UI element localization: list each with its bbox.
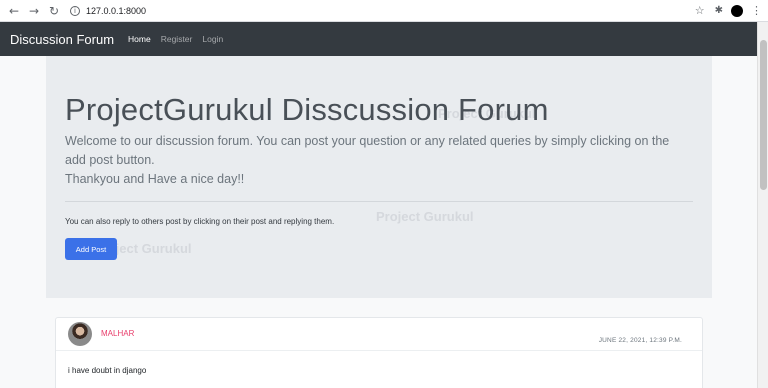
nav-link-login[interactable]: Login — [202, 34, 223, 44]
url-text: 127.0.0.1:8000 — [86, 5, 147, 16]
navbar-brand[interactable]: Discussion Forum — [10, 32, 114, 47]
bookmark-star-icon[interactable]: ☆ — [695, 4, 705, 17]
page-content: Project Gurukul Project Gurukul Project … — [0, 56, 757, 388]
post-card[interactable]: MALHAR JUNE 22, 2021, 12:39 P.M. i have … — [55, 317, 703, 388]
welcome-line: Welcome to our discussion forum. You can… — [65, 134, 670, 167]
page-title: ProjectGurukul Disscussion Forum — [65, 92, 549, 127]
reload-icon[interactable]: ↻ — [46, 3, 62, 19]
welcome-line: Thankyou and Have a nice day!! — [65, 172, 245, 186]
avatar — [68, 322, 92, 346]
scrollbar-thumb[interactable] — [760, 40, 767, 190]
browser-toolbar: ← → ↻ i 127.0.0.1:8000 ☆ ✱ ⋮ — [0, 0, 768, 22]
profile-avatar-icon[interactable] — [731, 4, 743, 17]
info-icon[interactable]: i — [70, 5, 80, 16]
post-timestamp: JUNE 22, 2021, 12:39 P.M. — [598, 337, 682, 344]
jumbotron: Project Gurukul Project Gurukul Project … — [46, 56, 712, 298]
post-content: i have doubt in django — [68, 366, 147, 375]
reply-note: You can also reply to others post by cli… — [65, 217, 335, 226]
more-menu-icon[interactable]: ⋮ — [751, 4, 762, 17]
post-header: MALHAR JUNE 22, 2021, 12:39 P.M. — [56, 318, 702, 351]
nav-link-register[interactable]: Register — [161, 34, 193, 44]
page-scrollbar[interactable] — [757, 22, 768, 388]
site-navbar: Discussion Forum Home Register Login — [0, 22, 757, 56]
divider — [65, 201, 693, 202]
extensions-icon[interactable]: ✱ — [715, 5, 723, 16]
address-bar[interactable]: i 127.0.0.1:8000 — [70, 2, 695, 20]
post-username[interactable]: MALHAR — [101, 329, 134, 338]
nav-link-home[interactable]: Home — [128, 34, 151, 44]
add-post-button[interactable]: Add Post — [65, 238, 117, 260]
back-icon[interactable]: ← — [6, 3, 22, 19]
forward-icon[interactable]: → — [26, 3, 42, 19]
watermark: Project Gurukul — [376, 209, 474, 224]
welcome-text: Welcome to our discussion forum. You can… — [65, 132, 685, 189]
